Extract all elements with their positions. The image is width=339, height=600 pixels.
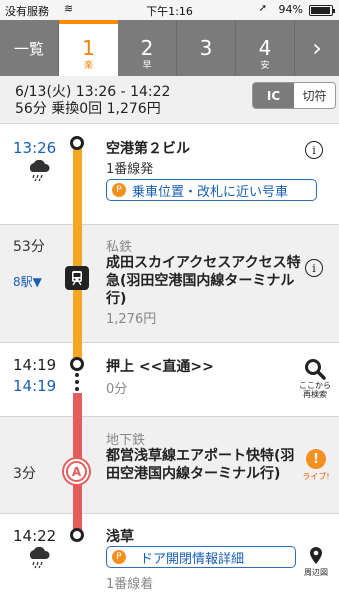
leg-2-train-name: 都営浅草線エアポート快特(羽田空港国内線ターミナル行) <box>106 448 295 482</box>
start-station-name[interactable]: 空港第２ビル <box>106 138 190 158</box>
fare-ic-button[interactable]: IC <box>253 83 294 108</box>
transfer-arrive-time: 14:19 <box>13 356 57 374</box>
tab-route-number: 4 <box>258 36 272 60</box>
area-map-button[interactable]: 周辺図 <box>300 546 332 578</box>
leg-1-duration: 53分 <box>13 239 45 255</box>
next-tabs-chevron-icon[interactable]: › <box>295 20 339 76</box>
area-map-label: 周辺図 <box>304 568 328 577</box>
tab-route-2[interactable]: 2 早 <box>118 20 177 76</box>
alert-icon: ! <box>306 449 326 469</box>
leg-1-line <box>73 143 82 365</box>
transfer-dot <box>75 373 79 377</box>
leg-2-duration: 3分 <box>13 466 36 482</box>
train-icon <box>65 266 89 290</box>
fare-type-toggle: IC 切符 <box>252 82 336 109</box>
transfer-wait: 0分 <box>106 382 128 397</box>
map-pin-icon <box>310 547 322 564</box>
boarding-position-link[interactable]: P 乗車位置・改札に近い号車 <box>106 179 317 201</box>
start-platform: 1番線発 <box>106 162 154 177</box>
tab-route-tag: 安 <box>260 61 270 71</box>
research-from-here-button[interactable]: ここから再検索 <box>298 358 332 399</box>
door-info-link[interactable]: P ドア開閉情報詳細 <box>106 546 296 568</box>
end-platform: 1番線着 <box>106 577 154 592</box>
status-bar: 没有服務 ≋ 下午1:16 ➚ 94% <box>0 0 339 20</box>
transfer-dot <box>75 380 79 384</box>
p-badge-icon: P <box>112 183 126 197</box>
leg-1-fare: 1,276円 <box>106 312 157 327</box>
leg-1-company: 私鉄 <box>106 240 133 255</box>
p-badge-icon: P <box>112 550 126 564</box>
leg-1-train-name: 成田スカイアクセスアクセス特急(羽田空港国内線ターミナル行) <box>106 255 301 307</box>
info-icon[interactable]: i <box>305 141 323 159</box>
transfer-arrive-marker <box>70 357 84 371</box>
transfer-station-name[interactable]: 押上 <<直通>> <box>106 356 214 376</box>
tab-route-3[interactable]: 3 <box>177 20 236 76</box>
battery-icon <box>309 5 335 16</box>
live-button[interactable]: ! ライブ! <box>299 449 333 482</box>
tab-route-tag: 早 <box>142 61 152 71</box>
transfer-dot <box>75 387 79 391</box>
tab-route-number: 3 <box>199 36 213 60</box>
rain-cloud-icon <box>26 159 52 182</box>
live-label: ライブ! <box>302 472 330 481</box>
route-tab-bar: 一覧 1 楽 2 早 3 4 安 › <box>0 20 339 76</box>
arrival-time: 14:22 <box>13 527 57 545</box>
rain-cloud-icon <box>26 546 52 569</box>
research-label: ここから再検索 <box>299 381 331 399</box>
info-icon[interactable]: i <box>305 259 323 277</box>
search-icon <box>305 359 326 380</box>
departure-time: 13:26 <box>13 139 57 157</box>
location-arrow-icon: ➚ <box>258 3 267 14</box>
start-station-marker <box>70 136 84 150</box>
end-station-name[interactable]: 浅草 <box>106 526 134 546</box>
battery-percent: 94% <box>278 3 303 16</box>
line-badge-letter: A <box>68 463 85 480</box>
leg-2-company: 地下鉄 <box>106 433 146 448</box>
door-info-label: ドア開閉情報詳細 <box>140 551 245 567</box>
boarding-position-label: 乗車位置・改札に近い号車 <box>132 184 289 200</box>
transfer-depart-time: 14:19 <box>13 377 57 395</box>
fare-ticket-button[interactable]: 切符 <box>294 83 335 108</box>
active-tab-indicator <box>59 20 118 24</box>
tab-route-number: 1 <box>82 36 95 60</box>
end-station-marker <box>70 528 84 542</box>
tab-route-tag: 楽 <box>83 61 93 71</box>
tab-route-1[interactable]: 1 楽 <box>59 20 118 76</box>
tab-route-4[interactable]: 4 安 <box>236 20 295 76</box>
summary-duration-fare: 56分 乗換0回 1,276円 <box>15 101 161 117</box>
tab-list[interactable]: 一覧 <box>0 20 59 76</box>
line-badge-icon: A <box>64 459 89 484</box>
leg-1-stops-toggle[interactable]: 8駅▼ <box>13 273 42 290</box>
tab-route-number: 2 <box>140 36 154 60</box>
